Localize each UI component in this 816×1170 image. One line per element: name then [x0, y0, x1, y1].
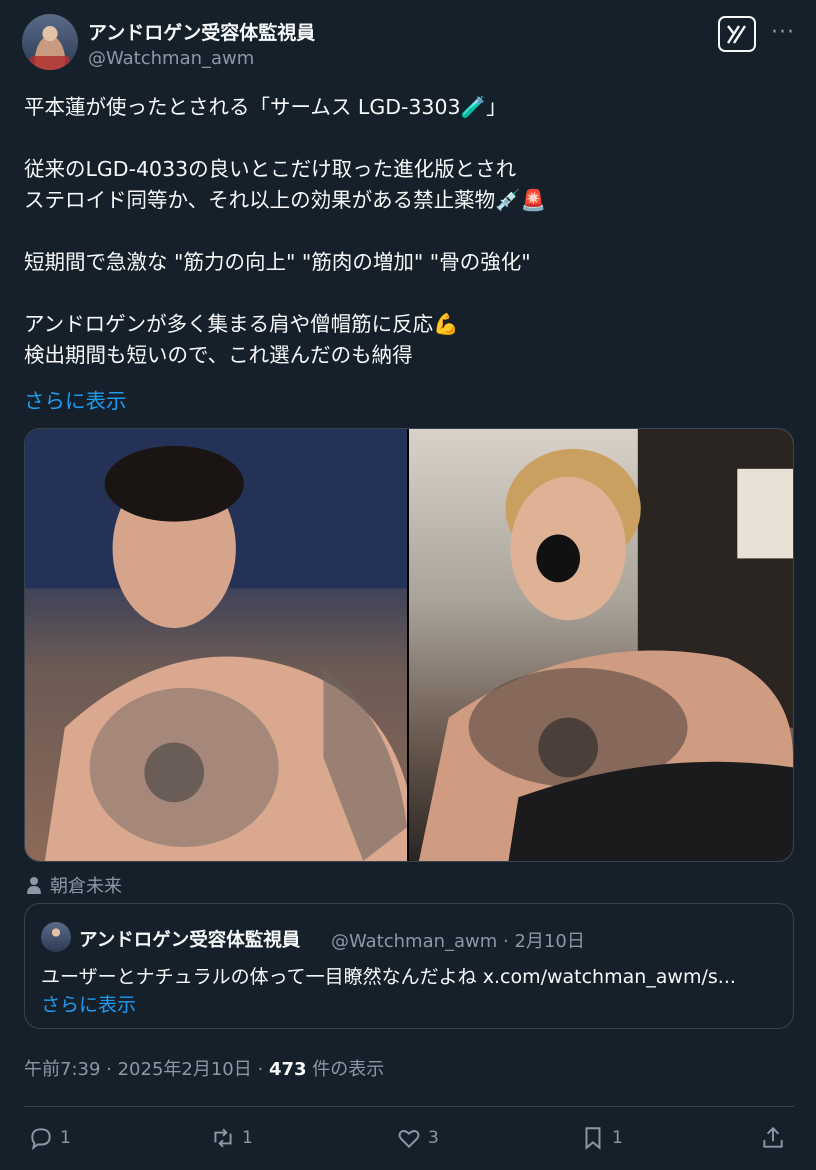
reply-icon — [31, 1128, 51, 1151]
author-display-name[interactable]: アンドロゲン受容体監視員 — [88, 18, 315, 45]
quoted-tweet[interactable]: アンドロゲン受容体監視員 @Watchman_awm · 2月10日 ユーザーと… — [24, 903, 794, 1029]
media-tag[interactable]: 朝倉未来 — [24, 872, 122, 898]
reply-button[interactable]: 1 — [28, 1118, 71, 1158]
author-avatar[interactable] — [22, 14, 78, 70]
like-button[interactable]: 3 — [396, 1118, 439, 1158]
grok-button[interactable] — [718, 16, 756, 52]
bookmark-count: 1 — [612, 1128, 623, 1148]
like-count: 3 — [428, 1128, 439, 1148]
repost-button[interactable]: 1 — [210, 1118, 253, 1158]
bookmark-button[interactable]: 1 — [580, 1118, 623, 1158]
person-icon — [27, 877, 41, 894]
tweet-header: アンドロゲン受容体監視員 @Watchman_awm ··· — [22, 14, 794, 76]
heart-icon — [398, 1130, 420, 1149]
action-bar: 1 1 3 1 — [24, 1118, 794, 1158]
tweet-date[interactable]: 2025年2月10日 — [118, 1059, 252, 1080]
quoted-show-more-link[interactable]: さらに表示 — [41, 990, 136, 1017]
quoted-author-meta: @Watchman_awm · 2月10日 — [331, 931, 585, 952]
show-more-link[interactable]: さらに表示 — [24, 384, 127, 414]
reply-count: 1 — [60, 1128, 71, 1148]
quoted-author-handle: @Watchman_awm — [331, 931, 498, 952]
media-photo-1[interactable] — [25, 429, 407, 861]
tweet-text: 平本蓮が使ったとされる「サームス LGD-3303🧪」 従来のLGD-4033の… — [24, 95, 547, 367]
media-grid — [24, 428, 794, 862]
grok-icon — [726, 25, 747, 44]
views-label: 件の表示 — [312, 1059, 385, 1080]
share-button[interactable] — [760, 1118, 786, 1158]
quoted-text: ユーザーとナチュラルの体って一目瞭然なんだよね x.com/watchman_a… — [41, 966, 736, 988]
more-options-button[interactable]: ··· — [770, 18, 796, 48]
repost-count: 1 — [242, 1128, 253, 1148]
more-icon: ··· — [771, 20, 795, 45]
share-icon — [763, 1126, 783, 1148]
media-photo-2[interactable] — [409, 429, 793, 861]
bookmark-icon — [585, 1127, 601, 1150]
tweet-timestamp: 午前7:39 · 2025年2月10日 · 473 件の表示 — [24, 1059, 385, 1080]
quoted-date: 2月10日 — [514, 931, 585, 952]
divider — [24, 1106, 794, 1107]
author-handle[interactable]: @Watchman_awm — [88, 48, 254, 69]
media-tag-name: 朝倉未来 — [50, 876, 122, 897]
quoted-author-avatar — [41, 922, 71, 952]
repost-icon — [214, 1128, 232, 1148]
views-count: 473 — [268, 1059, 307, 1080]
quoted-author-name: アンドロゲン受容体監視員 — [79, 930, 301, 951]
tweet-time[interactable]: 午前7:39 — [24, 1059, 100, 1080]
